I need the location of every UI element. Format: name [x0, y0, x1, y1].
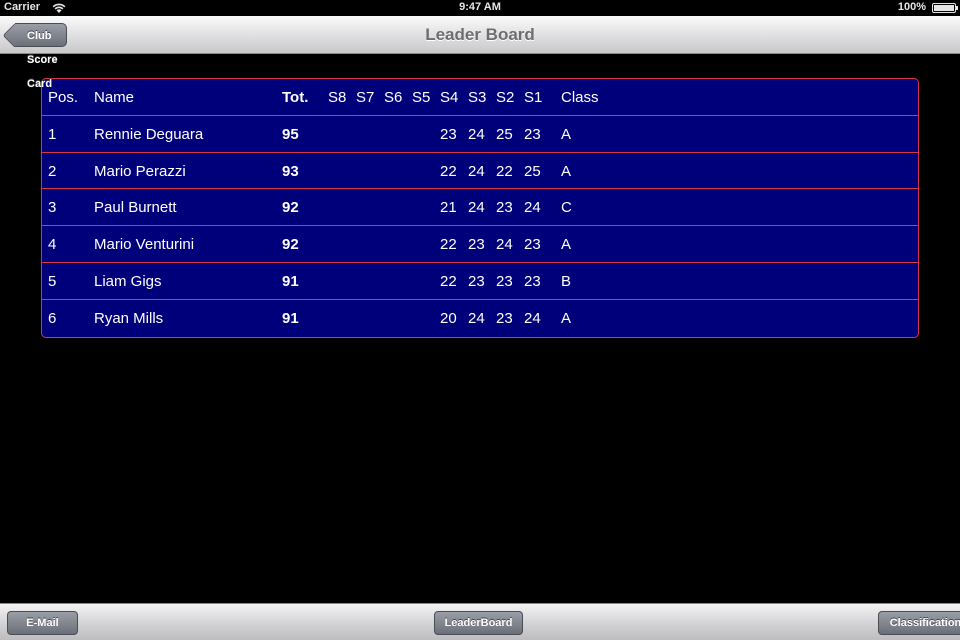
column-header-s1: S1	[524, 89, 543, 106]
status-bar: Carrier 9:47 AM 100%	[0, 0, 960, 16]
column-header-name: Name	[94, 89, 135, 106]
navigation-bar: Club Score Card Leader Board	[0, 16, 960, 90]
column-header-total: Tot.	[282, 89, 309, 106]
column-header-s4: S4	[440, 89, 459, 106]
cell-pos: 4	[48, 236, 57, 254]
cell-name: Ryan Mills	[94, 309, 164, 327]
cell-name: Rennie Deguara	[94, 125, 204, 143]
table-row[interactable]: 5 Liam Gigs 91 22 23 23 23 B	[42, 263, 918, 300]
cell-name: Paul Burnett	[94, 199, 177, 217]
cell-class: A	[561, 309, 572, 327]
battery-percent: 100%	[897, 1, 926, 13]
cell-class: B	[561, 272, 572, 290]
cell-class: C	[561, 199, 572, 217]
cell-s2: 23	[496, 272, 513, 290]
cell-s3: 23	[468, 236, 485, 254]
leaderboard-button[interactable]: LeaderBoard	[434, 611, 523, 635]
cell-s2: 24	[496, 236, 513, 254]
column-header-s3: S3	[468, 89, 487, 106]
cell-s4: 22	[440, 236, 457, 254]
email-button[interactable]: E-Mail	[7, 611, 78, 635]
cell-s2: 23	[496, 309, 513, 327]
cell-s1: 24	[524, 309, 541, 327]
cell-s1: 23	[524, 236, 541, 254]
cell-s4: 22	[440, 272, 457, 290]
cell-total: 92	[282, 236, 299, 254]
cell-pos: 5	[48, 272, 57, 290]
cell-class: A	[561, 236, 572, 254]
cell-total: 92	[282, 199, 299, 217]
cell-s4: 21	[440, 199, 457, 217]
cell-pos: 1	[48, 125, 57, 143]
column-header-s5: S5	[412, 89, 431, 106]
cell-s1: 25	[524, 162, 541, 180]
bottom-toolbar: E-Mail LeaderBoard Classification	[0, 603, 960, 640]
cell-s4: 23	[440, 125, 457, 143]
page-title: Leader Board	[425, 25, 535, 44]
cell-s1: 23	[524, 272, 541, 290]
cell-name: Mario Perazzi	[94, 162, 186, 180]
cell-total: 93	[282, 162, 299, 180]
cell-pos: 3	[48, 199, 57, 217]
cell-s3: 24	[468, 162, 485, 180]
cell-s2: 23	[496, 199, 513, 217]
table-row[interactable]: 1 Rennie Deguara 95 23 24 25 23 A	[42, 116, 918, 153]
cell-s4: 20	[440, 309, 457, 327]
column-header-s6: S6	[384, 89, 403, 106]
cell-s1: 24	[524, 199, 541, 217]
table-row[interactable]: 2 Mario Perazzi 93 22 24 22 25 A	[42, 153, 918, 190]
column-header-s7: S7	[356, 89, 375, 106]
table-row[interactable]: 6 Ryan Mills 91 20 24 23 24 A	[42, 300, 918, 337]
cell-pos: 2	[48, 162, 57, 180]
cell-s3: 24	[468, 309, 485, 327]
table-row[interactable]: 4 Mario Venturini 92 22 23 24 23 A	[42, 226, 918, 263]
column-header-s8: S8	[328, 89, 347, 106]
cell-s3: 24	[468, 125, 485, 143]
cell-s2: 22	[496, 162, 513, 180]
cell-s3: 24	[468, 199, 485, 217]
cell-s4: 22	[440, 162, 457, 180]
cell-class: A	[561, 125, 572, 143]
cell-name: Liam Gigs	[94, 272, 162, 290]
clock: 9:47 AM	[459, 1, 501, 13]
table-header: Pos. Name Tot. S8 S7 S6 S5 S4 S3 S2 S1 C…	[42, 79, 918, 116]
cell-total: 91	[282, 272, 299, 290]
battery-icon	[932, 3, 958, 13]
cell-pos: 6	[48, 309, 57, 327]
cell-s1: 23	[524, 125, 541, 143]
leaderboard-table: Pos. Name Tot. S8 S7 S6 S5 S4 S3 S2 S1 C…	[41, 78, 919, 338]
table-row[interactable]: 3 Paul Burnett 92 21 24 23 24 C	[42, 189, 918, 227]
cell-total: 95	[282, 125, 299, 143]
cell-class: A	[561, 162, 572, 180]
cell-name: Mario Venturini	[94, 236, 195, 254]
classification-button[interactable]: Classification	[878, 611, 960, 635]
cell-total: 91	[282, 309, 299, 327]
column-header-class: Class	[561, 89, 599, 106]
back-button[interactable]: Club Score Card	[15, 23, 67, 90]
cell-s2: 25	[496, 125, 513, 143]
column-header-s2: S2	[496, 89, 515, 106]
column-header-pos: Pos.	[48, 89, 79, 106]
cell-s3: 23	[468, 272, 485, 290]
